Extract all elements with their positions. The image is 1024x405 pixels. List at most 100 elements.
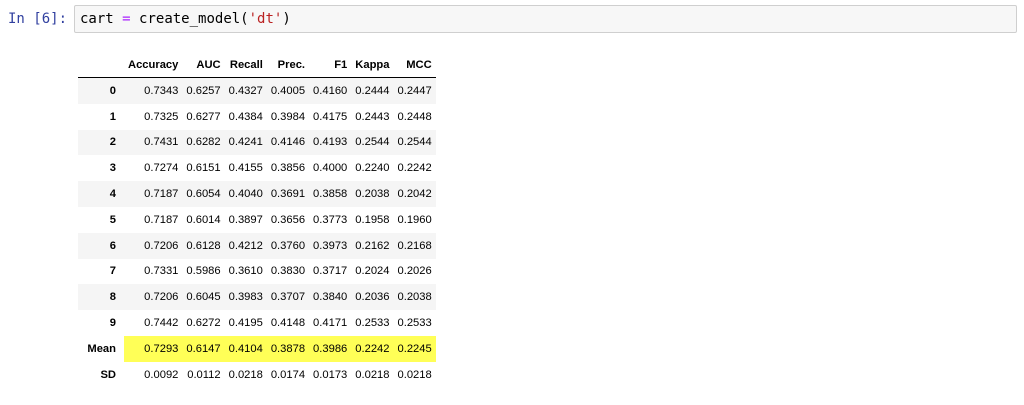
table-cell: 0.3773 (313, 213, 348, 226)
table-cell: 0.0218 (228, 368, 263, 381)
table-cell: 0.3878 (266, 335, 310, 362)
table-cell: 0.6045 (186, 291, 221, 304)
table-cell: 0.2544 (397, 136, 432, 149)
table-cell: 0.2544 (355, 136, 390, 149)
code-cell: In [6]: cart = create_model('dt') (0, 0, 1024, 42)
table-cell: 0.3830 (270, 265, 306, 278)
table-cell: 0.7206 (144, 239, 179, 252)
table-cell: 0.2242 (397, 162, 432, 175)
table-cell: 0.3856 (270, 162, 306, 175)
row-index: 5 (109, 213, 116, 226)
code-editor[interactable]: cart = create_model('dt') (74, 5, 1017, 33)
column-header: MCC (393, 52, 436, 78)
table-row: 0 0.7343 0.6257 0.4327 0.4005 0.4160 0.2444 0.2… (78, 77, 436, 104)
column-header: Kappa (351, 52, 394, 78)
row-index: 0 (109, 84, 116, 97)
row-index: 2 (109, 136, 116, 149)
table-row: 2 0.7431 0.6282 0.4241 0.4146 0.4193 0.2544 0.2… (78, 129, 436, 156)
table-cell: 0.6282 (186, 136, 221, 149)
table-cell: 0.6128 (186, 239, 221, 252)
table-row: 7 0.7331 0.5986 0.3610 0.3830 0.3717 0.2024 0.2… (78, 258, 436, 285)
table-cell: 0.2448 (397, 110, 432, 123)
table-cell: 0.2038 (397, 291, 432, 304)
table-cell: 0.6147 (182, 335, 225, 362)
table-row: 5 0.7187 0.6014 0.3897 0.3656 0.3773 0.1958 0.1… (78, 206, 436, 233)
table-cell: 0.2026 (397, 265, 432, 278)
row-index: SD (100, 368, 116, 381)
table-cell: 0.4104 (224, 335, 267, 362)
column-header: F1 (309, 52, 352, 78)
table-cell: 0.6151 (186, 162, 221, 175)
table-row: 3 0.7274 0.6151 0.4155 0.3856 0.4000 0.2240 0.2… (78, 155, 436, 182)
table-cell: 0.4212 (228, 239, 263, 252)
table-cell: 0.3691 (270, 188, 306, 201)
table-cell: 0.3610 (228, 265, 263, 278)
table-cell: 0.7331 (144, 265, 179, 278)
table-row: 4 0.7187 0.6054 0.4040 0.3691 0.3858 0.2038 0.2… (78, 181, 436, 207)
table-row: 6 0.7206 0.6128 0.4212 0.3760 0.3973 0.2162 0.2… (78, 232, 436, 259)
table-cell: 0.2168 (397, 239, 432, 252)
table-cell: 0.2533 (397, 317, 432, 330)
table-cell: 0.2444 (355, 84, 390, 97)
index-header (78, 52, 124, 78)
column-header: Prec. (266, 52, 310, 78)
table-cell: 0.3707 (270, 291, 306, 304)
table-cell: 0.7325 (144, 110, 179, 123)
table-cell: 0.3897 (228, 213, 263, 226)
table-cell: 0.4146 (270, 136, 306, 149)
row-index: 7 (109, 265, 116, 278)
table-cell: 0.7293 (124, 335, 183, 362)
table-cell: 0.4005 (270, 84, 306, 97)
table-cell: 0.4040 (228, 188, 263, 201)
table-cell: 0.0112 (187, 368, 221, 381)
table-cell: 0.4155 (228, 162, 263, 175)
table-cell: 0.4160 (313, 84, 348, 97)
table-cell: 0.4327 (228, 84, 263, 97)
table-cell: 0.3656 (270, 213, 306, 226)
table-cell: 0.7274 (144, 162, 179, 175)
table-row: SD 0.0092 0.0112 0.0218 0.0174 0.0173 0.0218 0.… (78, 361, 436, 388)
code-call: create_model( (139, 11, 249, 27)
table-cell: 0.2042 (397, 188, 432, 201)
table-row: 1 0.7325 0.6277 0.4384 0.3984 0.4175 0.2443 0.2… (78, 103, 436, 130)
table-cell: 0.6272 (186, 317, 221, 330)
table-cell: 0.0173 (313, 368, 348, 381)
table-row-mean: Mean 0.7293 0.6147 0.4104 0.3878 0.3986 0.2242… (78, 335, 436, 362)
table-cell: 0.3760 (270, 239, 306, 252)
table-cell: 0.3986 (309, 335, 352, 362)
table-cell: 0.6014 (186, 213, 221, 226)
table-cell: 0.2024 (355, 265, 390, 278)
table-cell: 0.4000 (313, 162, 348, 175)
table-body: 0 0.7343 0.6257 0.4327 0.4005 0.4160 0.2444 0.2… (78, 77, 436, 388)
table-cell: 0.6054 (186, 188, 221, 201)
table-cell: 0.4195 (228, 317, 263, 330)
table-row: 8 0.7206 0.6045 0.3983 0.3707 0.3840 0.2036 0.2… (78, 284, 436, 311)
table-cell: 0.6277 (186, 110, 221, 123)
input-prompt: In [6]: (8, 11, 68, 27)
table-cell: 0.3983 (228, 291, 263, 304)
row-index: 3 (109, 162, 116, 175)
table-cell: 0.7431 (144, 136, 179, 149)
table-cell: 0.7442 (144, 317, 179, 330)
table-cell: 0.0174 (270, 368, 306, 381)
table-cell: 0.2242 (351, 335, 394, 362)
code-close-paren: ) (282, 11, 291, 27)
row-index: 1 (109, 110, 116, 123)
table-header-row: Accuracy AUC Recall Prec. F1 Kappa MCC (78, 52, 436, 78)
table-cell: 0.7343 (144, 84, 179, 97)
table-cell: 0.0218 (397, 368, 432, 381)
table-cell: 0.2443 (355, 110, 390, 123)
code-string-arg: 'dt' (248, 11, 283, 27)
table-cell: 0.0218 (355, 368, 390, 381)
table-cell: 0.3840 (313, 291, 348, 304)
results-table: Accuracy AUC Recall Prec. F1 Kappa MCC 0 0.7343… (78, 52, 436, 388)
row-index: 9 (109, 317, 116, 330)
table-cell: 0.7206 (144, 291, 179, 304)
table-cell: 0.3984 (270, 110, 306, 123)
table-cell: 0.1960 (397, 213, 432, 226)
code-operator: = (122, 11, 131, 27)
table-cell: 0.6257 (186, 84, 221, 97)
table-cell: 0.2245 (393, 335, 436, 362)
table-cell: 0.4384 (228, 110, 263, 123)
table-cell: 0.7187 (144, 213, 179, 226)
